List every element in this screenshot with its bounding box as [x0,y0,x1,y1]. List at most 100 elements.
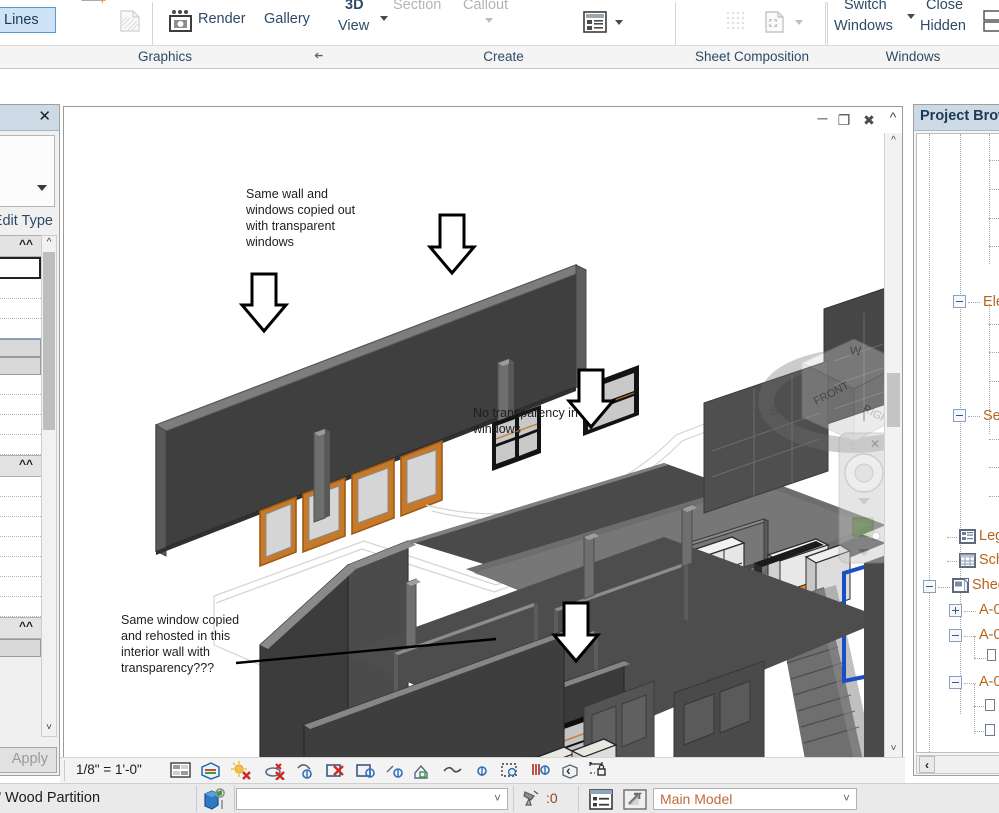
scroll-left-icon[interactable]: ‹ [919,756,935,773]
crop-view-off-icon[interactable] [325,761,346,780]
property-row[interactable] [0,435,41,455]
property-row[interactable] [0,639,41,657]
chevron-down-icon[interactable]: ˅ [843,791,850,805]
tile-windows-icon[interactable] [982,0,999,4]
collapse-group-icon[interactable]: ^^ [19,457,33,471]
property-row[interactable] [0,537,41,557]
property-row[interactable] [0,257,41,279]
switch-windows-dropdown-icon[interactable] [907,14,915,19]
shadows-off-icon[interactable] [265,761,286,780]
design-option-combo[interactable]: Main Model ˅ [653,788,857,810]
view-scale[interactable]: 1/8" = 1'-0" [76,762,142,777]
view3d-dropdown-icon[interactable] [380,16,388,21]
cascade-windows-icon[interactable] [982,10,999,34]
project-browser-hscrollbar[interactable]: ‹ [916,755,999,774]
tree-guide [960,134,961,714]
property-row[interactable] [0,357,41,375]
restore-icon[interactable]: ❐ [835,112,853,129]
model-filter-icon[interactable] [203,788,229,812]
view-canvas-3d[interactable]: FRONT RIGHT S N E W ✕ [64,133,884,757]
collapse-icon[interactable] [953,409,966,422]
collapse-group-icon[interactable]: ^^ [19,237,33,251]
view3d-label-line2[interactable]: View [338,18,369,34]
property-row[interactable] [0,339,41,357]
switch-windows-label-line1[interactable]: Switch [844,0,887,13]
collapse-icon[interactable] [949,629,962,642]
collapse-group-icon[interactable]: ^^ [19,619,33,633]
render-label[interactable]: Render [198,11,246,27]
render-icon[interactable] [168,8,193,34]
property-row[interactable] [0,477,41,497]
3d-model-scene[interactable]: FRONT RIGHT S N E W ✕ [64,133,884,757]
temporary-view-properties-icon[interactable] [472,761,493,780]
selection-combo[interactable]: ˅ [236,788,508,810]
schedules-icon[interactable] [582,10,608,34]
visibility-graphics-icon[interactable] [78,0,108,8]
gallery-label[interactable]: Gallery [264,11,310,27]
constraints-icon[interactable] [530,761,551,780]
schedules-dropdown-icon[interactable] [615,20,623,25]
collapse-icon[interactable] [949,676,962,689]
chevron-up-icon[interactable]: ^ [884,109,902,125]
lock-dimension-icon[interactable] [588,761,609,780]
temporary-hide-isolate-icon[interactable] [412,761,433,780]
chevron-down-icon[interactable]: ˅ [494,791,501,805]
property-row[interactable] [0,577,41,597]
type-selector[interactable] [0,135,55,207]
property-group-header[interactable]: ^^ [0,455,41,477]
minimize-icon[interactable]: ─ [812,110,833,129]
collapse-icon[interactable] [953,295,966,308]
panel-expand-icon[interactable]: ➔ [314,49,323,62]
lock-3d-view-icon[interactable] [385,761,406,780]
project-browser-tree[interactable]: Elev Sec [916,133,999,753]
scroll-up-icon[interactable]: ^ [885,133,902,149]
scroll-down-icon[interactable]: ˅ [885,741,902,757]
property-row[interactable] [0,597,41,617]
detail-level-icon[interactable] [170,761,191,780]
collapse-icon[interactable] [923,580,936,593]
property-group-header[interactable]: ^^ [0,235,41,257]
rendering-dialog-icon[interactable] [295,761,316,780]
exclude-options-icon[interactable] [521,788,543,810]
sun-path-off-icon[interactable] [230,761,251,780]
close-icon[interactable]: ✖ [860,112,878,129]
close-hidden-label-line1[interactable]: Close [926,0,963,13]
property-row[interactable] [0,299,41,319]
apply-button[interactable]: Apply [0,747,57,773]
property-row[interactable] [0,497,41,517]
scrollbar-thumb[interactable] [43,252,55,430]
tree-guide [974,636,975,658]
ribbon-panel-sheet-composition: Sheet Composition [677,0,827,67]
chevron-down-icon[interactable] [37,185,47,191]
scroll-down-icon[interactable]: ˅ [42,721,56,736]
close-hidden-label-line2[interactable]: Hidden [920,18,966,34]
edit-type-button[interactable]: Edit Type [0,213,59,229]
analytical-model-off-icon[interactable] [500,761,521,780]
expand-icon[interactable] [949,752,962,753]
filter-list-icon[interactable] [588,788,614,812]
property-row[interactable] [0,415,41,435]
property-row[interactable] [0,279,41,299]
expand-icon[interactable] [949,604,962,617]
property-row[interactable] [0,375,41,395]
chevron-left-icon[interactable]: ‹ [566,762,571,778]
property-row[interactable] [0,395,41,415]
design-options-icon[interactable] [622,788,648,812]
show-crop-region-icon[interactable] [355,761,376,780]
switch-windows-label-line2[interactable]: Windows [834,18,893,34]
scroll-up-icon[interactable]: ^ [42,236,56,251]
scrollbar-thumb[interactable] [887,373,900,427]
reveal-hidden-elements-icon[interactable] [442,761,463,780]
visual-style-icon[interactable] [200,761,221,780]
render-cloud-icon[interactable] [174,0,200,8]
properties-scrollbar[interactable]: ^ ˅ [41,235,57,737]
hatch-pattern-icon[interactable] [117,8,143,34]
property-row[interactable] [0,557,41,577]
property-row[interactable] [0,517,41,537]
property-group-header[interactable]: ^^ [0,617,41,639]
view3d-label-line1[interactable]: 3D [345,0,364,13]
close-icon[interactable]: ✕ [38,109,51,125]
view-vertical-scrollbar[interactable]: ^ ˅ [884,133,902,757]
property-row[interactable] [0,319,41,339]
lines-button[interactable]: Lines [0,7,56,33]
